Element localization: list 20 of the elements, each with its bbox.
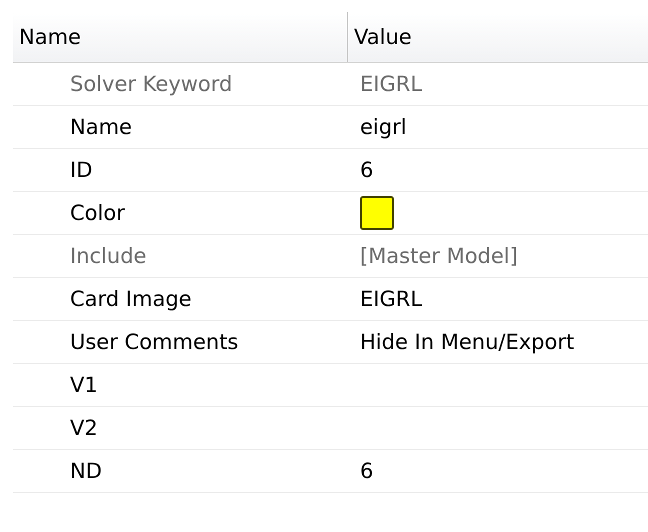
property-name: ID — [69, 157, 94, 184]
property-value[interactable]: eigrl — [348, 106, 648, 148]
property-name: Name — [69, 114, 133, 141]
property-value[interactable]: 6 — [348, 450, 648, 492]
property-value[interactable]: 6 — [348, 149, 648, 191]
property-value: EIGRL — [359, 71, 424, 98]
column-header[interactable]: Value — [348, 12, 648, 62]
property-value[interactable]: EIGRL — [348, 278, 648, 320]
property-name: Color — [69, 200, 126, 227]
property-name: Solver Keyword — [69, 71, 234, 98]
property-name: User Comments — [69, 329, 240, 356]
property-name: V2 — [69, 415, 99, 442]
property-name: Include — [69, 243, 148, 270]
property-name: Card Image — [69, 286, 193, 313]
color-swatch[interactable] — [360, 196, 394, 230]
property-name: V1 — [69, 372, 99, 399]
property-name: ND — [69, 458, 103, 485]
property-value: [Master Model] — [359, 243, 519, 270]
column-header[interactable]: Name — [13, 12, 348, 62]
property-value[interactable]: Hide In Menu/Export — [348, 321, 648, 363]
